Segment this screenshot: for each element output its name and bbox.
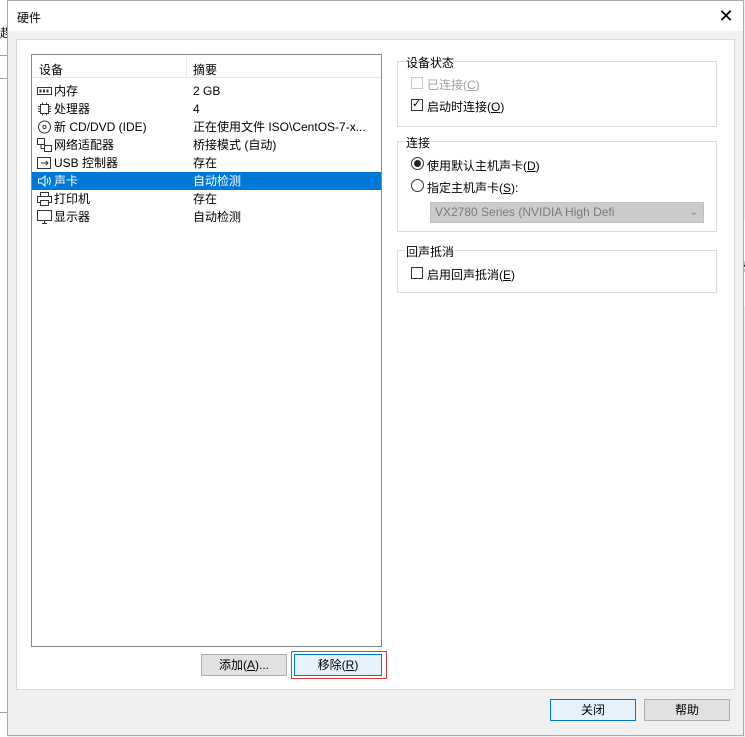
connected-label: 已连接(C): [427, 78, 480, 92]
device-summary: 存在: [193, 192, 218, 206]
device-status-title: 设备状态: [405, 54, 456, 71]
use-default-sound-card-radio[interactable]: [411, 157, 424, 170]
device-name: 新 CD/DVD (IDE): [54, 120, 147, 134]
column-divider[interactable]: [186, 55, 187, 77]
network-adapter-icon: [37, 138, 52, 152]
device-status-group: 设备状态 已连接(C) ✓ 启动时连接(O): [397, 54, 717, 127]
device-name: 处理器: [54, 102, 91, 116]
connection-group: 连接 使用默认主机声卡(D) 指定主机声卡(S): VX2780 Series …: [397, 134, 717, 232]
echo-cancellation-checkbox[interactable]: [411, 267, 423, 279]
hardware-dialog: 硬件 ✕ 设备 摘要 内存 2 GB 处理器 4 新 CD/DVD (IDE) …: [7, 0, 744, 736]
device-row-cd-dvd[interactable]: 新 CD/DVD (IDE) 正在使用文件 ISO\CentOS-7-x...: [32, 118, 381, 136]
device-summary: 自动检测: [193, 210, 242, 224]
connect-at-power-on-label: 启动时连接(O): [427, 100, 505, 114]
dialog-title: 硬件: [17, 11, 42, 25]
specify-sound-card-radio[interactable]: [411, 179, 424, 192]
device-row-memory[interactable]: 内存 2 GB: [32, 82, 381, 100]
close-button[interactable]: 关闭: [550, 699, 636, 721]
device-summary: 4: [193, 102, 200, 116]
connected-checkbox[interactable]: [411, 77, 423, 89]
close-icon[interactable]: ✕: [715, 5, 737, 27]
device-row-processor[interactable]: 处理器 4: [32, 100, 381, 118]
radio-dot-icon: [414, 160, 421, 167]
printer-icon: [37, 192, 52, 206]
host-sound-card-select[interactable]: VX2780 Series (NVIDIA High Defi ⌄: [430, 202, 704, 223]
device-summary: 自动检测: [193, 174, 242, 188]
device-name: 网络适配器: [54, 138, 115, 152]
column-header-device[interactable]: 设备: [39, 61, 63, 78]
device-name: 内存: [54, 84, 79, 98]
device-row-sound-card[interactable]: 声卡 自动检测: [32, 172, 381, 190]
use-default-sound-card-label: 使用默认主机声卡(D): [427, 159, 540, 173]
hardware-panel: 设备 摘要 内存 2 GB 处理器 4 新 CD/DVD (IDE) 正在使用文…: [16, 39, 735, 690]
title-bar: 硬件 ✕: [8, 1, 743, 31]
sound-card-icon: [38, 174, 51, 188]
device-summary: 正在使用文件 ISO\CentOS-7-x...: [193, 120, 366, 134]
processor-icon: [38, 102, 51, 116]
device-summary: 2 GB: [193, 84, 221, 98]
memory-icon: [37, 87, 52, 95]
echo-cancellation-group: 回声抵消 启用回声抵消(E): [397, 243, 717, 293]
display-icon: [37, 210, 52, 224]
device-row-usb-controller[interactable]: USB 控制器 存在: [32, 154, 381, 172]
connection-title: 连接: [405, 134, 432, 151]
device-row-display[interactable]: 显示器 自动检测: [32, 208, 381, 226]
cd-dvd-icon: [38, 120, 51, 134]
device-list-header: 设备 摘要: [32, 55, 381, 78]
add-button[interactable]: 添加(A)...: [201, 654, 287, 676]
device-name: USB 控制器: [54, 156, 119, 170]
device-name: 显示器: [54, 210, 91, 224]
usb-controller-icon: [37, 157, 51, 169]
column-header-summary[interactable]: 摘要: [193, 61, 217, 78]
chevron-down-icon: ⌄: [689, 207, 698, 218]
echo-cancellation-label: 启用回声抵消(E): [427, 268, 516, 282]
device-summary: 桥接模式 (自动): [193, 138, 277, 152]
device-name: 打印机: [54, 192, 91, 206]
device-summary: 存在: [193, 156, 218, 170]
device-row-printer[interactable]: 打印机 存在: [32, 190, 381, 208]
device-name: 声卡: [54, 174, 79, 188]
help-button[interactable]: 帮助: [644, 699, 730, 721]
connect-at-power-on-checkbox[interactable]: ✓: [411, 98, 423, 111]
specify-sound-card-label: 指定主机声卡(S):: [427, 181, 519, 195]
device-list[interactable]: 设备 摘要 内存 2 GB 处理器 4 新 CD/DVD (IDE) 正在使用文…: [31, 54, 382, 647]
remove-button[interactable]: 移除(R): [294, 654, 382, 676]
host-sound-card-value: VX2780 Series (NVIDIA High Defi: [435, 205, 615, 219]
echo-cancellation-title: 回声抵消: [405, 243, 456, 260]
checkmark-icon: ✓: [412, 98, 422, 110]
device-row-network-adapter[interactable]: 网络适配器 桥接模式 (自动): [32, 136, 381, 154]
